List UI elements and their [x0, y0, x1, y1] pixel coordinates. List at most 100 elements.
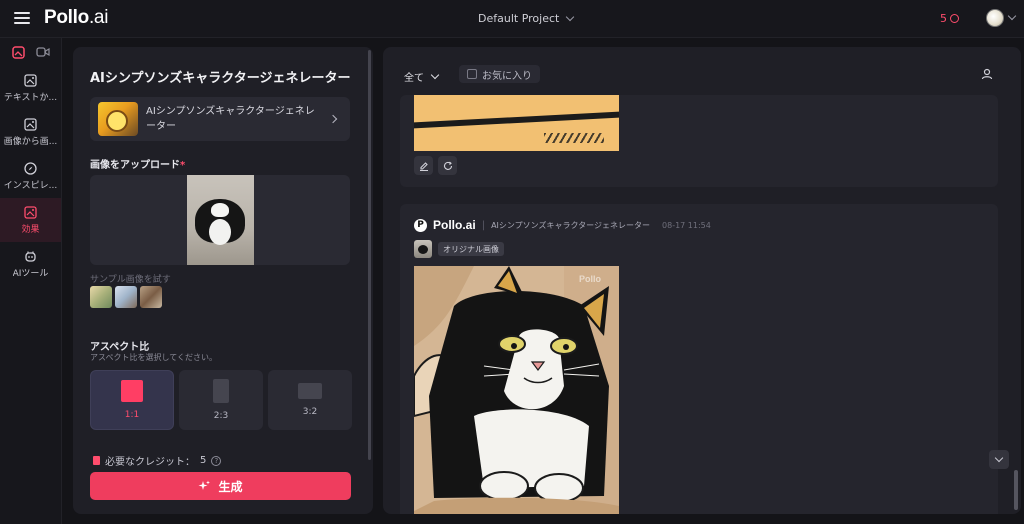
aspect-option-3-2[interactable]: 3:2 [268, 370, 352, 430]
feed-scrollbar[interactable] [1014, 470, 1018, 510]
page-title: AIシンプソンズキャラクタージェネレーター [90, 71, 351, 86]
chevron-down-icon [566, 12, 575, 21]
menu-icon[interactable] [14, 12, 30, 24]
favorites-label: お気に入り [482, 70, 532, 82]
sidebar-item-label: インスピレ... [3, 180, 58, 191]
timestamp: 08-17 11:54 [662, 220, 711, 230]
sidebar-item-effects[interactable]: 効果 [0, 198, 61, 242]
ai-tools-icon [25, 251, 36, 262]
chevron-down-icon [1007, 11, 1017, 21]
credit-value: 5 [200, 455, 207, 466]
mode-switch [0, 38, 61, 66]
top-bar: Pollo.ai Default Project 5 [0, 0, 1024, 38]
sample-images-label: サンプル画像を試す [90, 275, 171, 285]
portrait-ratio-icon [213, 379, 229, 403]
aspect-value: 2:3 [213, 411, 229, 421]
coin-icon [950, 14, 959, 23]
model-thumbnail [98, 102, 138, 136]
user-menu[interactable] [986, 9, 1017, 27]
video-mode-icon[interactable] [36, 45, 50, 59]
result-card: P Pollo.ai | AIシンプソンズキャラクタージェネレーター 08-17… [400, 204, 998, 514]
aspect-ratio-label: アスペクト比 [90, 342, 150, 353]
panel-scrollbar[interactable] [368, 50, 371, 460]
model-name: AIシンプソンズキャラクタージェネレーター [146, 106, 315, 132]
result-card [400, 95, 998, 187]
refresh-icon [443, 161, 452, 170]
generate-label: 生成 [218, 479, 243, 494]
sidebar: テキストか... 画像から画... インスピレ... 効果 AIツール [0, 38, 62, 524]
sidebar-item-label: 効果 [21, 224, 40, 235]
sample-image[interactable] [115, 286, 137, 308]
original-image-row: オリジナル画像 [414, 240, 504, 258]
project-name: Default Project [478, 12, 560, 25]
separator: | [481, 219, 486, 231]
avatar [986, 9, 1004, 27]
required-mark: * [180, 160, 186, 171]
credit-balance[interactable]: 5 [940, 12, 959, 25]
results-feed: 全て お気に入り P Pollo.ai | AIシンプソンズキャラクタージェネレ… [383, 47, 1021, 514]
aspect-ratio-hint: アスペクト比を選択してください。 [90, 353, 217, 362]
aspect-value: 3:2 [302, 407, 318, 417]
effects-icon [24, 205, 37, 219]
aspect-option-1-1[interactable]: 1:1 [90, 370, 174, 430]
logo-text: Pollo [44, 7, 89, 28]
sparkle-icon [198, 480, 211, 490]
generated-image[interactable]: Pollo [414, 266, 619, 514]
sidebar-item-inspiration[interactable]: インスピレ... [0, 154, 61, 198]
sidebar-item-label: テキストか... [3, 92, 58, 103]
chevron-right-icon [328, 114, 338, 124]
compass-icon [24, 161, 37, 175]
sample-images [90, 286, 162, 308]
model-selector[interactable]: AIシンプソンズキャラクタージェネレーター [90, 97, 350, 141]
filter-label: 全て [404, 73, 424, 84]
result-header: P Pollo.ai | AIシンプソンズキャラクタージェネレーター 08-17… [414, 218, 711, 232]
image-to-image-icon [24, 117, 37, 131]
chevron-down-icon [994, 453, 1004, 462]
aspect-option-2-3[interactable]: 2:3 [179, 370, 263, 430]
uploaded-image [187, 175, 254, 265]
sidebar-item-image-to-image[interactable]: 画像から画... [0, 110, 61, 154]
scroll-down-button[interactable] [989, 450, 1009, 469]
edit-icon [419, 161, 428, 171]
sample-image[interactable] [90, 286, 112, 308]
original-image-badge: オリジナル画像 [438, 242, 504, 256]
upload-label-text: 画像をアップロード [90, 160, 180, 171]
checkbox[interactable] [467, 69, 477, 79]
credit-label: 必要なクレジット： [105, 457, 195, 468]
filter-dropdown[interactable]: 全て [404, 69, 440, 84]
watermark: Pollo [579, 274, 601, 284]
landscape-ratio-icon [298, 383, 322, 399]
brand-name: Pollo.ai [433, 218, 476, 232]
help-icon[interactable]: ? [211, 455, 222, 466]
favorites-filter[interactable]: お気に入り [459, 65, 540, 83]
regenerate-button[interactable] [438, 156, 457, 175]
model-name: AIシンプソンズキャラクタージェネレーター [491, 220, 651, 230]
aspect-value: 1:1 [124, 410, 140, 420]
sidebar-item-ai-tools[interactable]: AIツール [0, 242, 61, 286]
pollo-icon: P [414, 218, 427, 232]
pollo-logo[interactable]: Pollo.ai [44, 7, 108, 29]
generate-button[interactable]: 生成 [90, 472, 351, 500]
logo-suffix: .ai [88, 7, 109, 28]
generator-panel: AIシンプソンズキャラクタージェネレーター AIシンプソンズキャラクタージェネレ… [73, 47, 373, 514]
aspect-ratio-options: 1:1 2:3 3:2 [90, 370, 352, 430]
image-mode-icon[interactable] [11, 45, 25, 59]
required-credits: 必要なクレジット： 5 ? [93, 453, 222, 468]
result-image[interactable] [414, 95, 619, 151]
upload-label: 画像をアップロード* [90, 156, 185, 171]
sidebar-item-label: 画像から画... [3, 136, 58, 147]
credit-icon [93, 456, 100, 465]
edit-button[interactable] [414, 156, 433, 175]
user-filter-icon[interactable] [981, 68, 993, 80]
sidebar-item-label: AIツール [12, 268, 49, 279]
credit-count: 5 [940, 12, 947, 25]
cartoon-cat-illustration [414, 266, 619, 514]
sidebar-item-text-to-image[interactable]: テキストか... [0, 66, 61, 110]
text-to-image-icon [24, 73, 37, 87]
original-thumbnail[interactable] [414, 240, 432, 258]
chevron-down-icon [430, 70, 440, 79]
filter-bar: 全て お気に入り [383, 47, 1021, 89]
sample-image[interactable] [140, 286, 162, 308]
image-upload-area[interactable] [90, 175, 350, 265]
project-selector[interactable]: Default Project [478, 12, 575, 25]
